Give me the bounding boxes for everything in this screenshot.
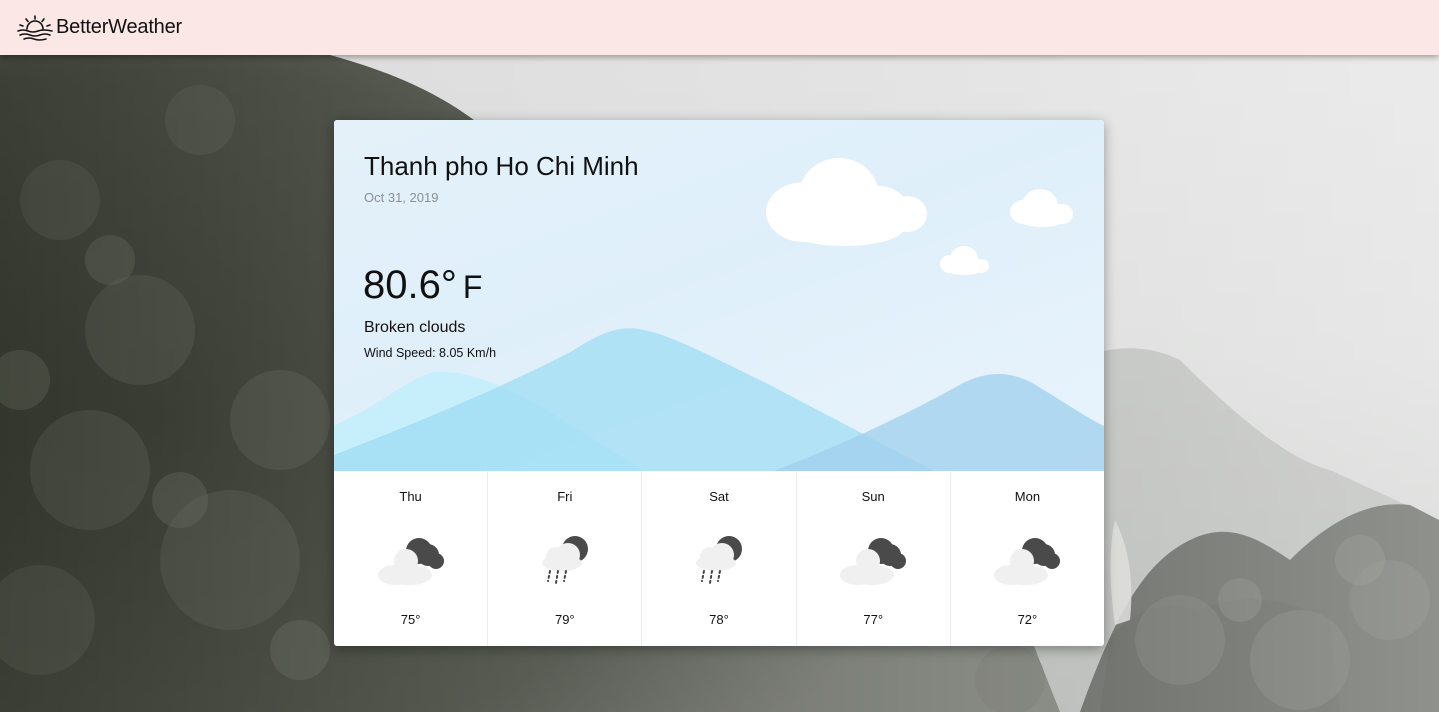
forecast-temp: 75° [400,612,421,627]
current-date: Oct 31, 2019 [364,190,439,205]
forecast-day-label: Fri [557,489,573,504]
rainy-night-icon [541,536,588,584]
cloudy-night-icon [994,538,1061,585]
top-navbar: BetterWeather [0,0,1439,55]
current-weather-panel: Thanh pho Ho Chi Minh Oct 31, 2019 80.6°… [334,120,1104,471]
forecast-day-thu[interactable]: Thu 75° [334,471,489,646]
sunset-over-water-icon [17,14,53,41]
rainy-night-icon [696,536,742,584]
temperature-value: 80.6° [363,263,457,307]
brand-name: BetterWeather [56,16,182,38]
current-temperature: 80.6° F [363,263,482,308]
forecast-day-label: Sat [709,489,729,504]
cloud-large-icon [766,158,927,246]
forecast-day-sat[interactable]: Sat 78° [642,471,797,646]
forecast-day-mon[interactable]: Mon 72° [951,471,1104,646]
forecast-day-fri[interactable]: Fri 79° [488,471,643,646]
forecast-temp: 77° [863,612,884,627]
weather-card: Thanh pho Ho Chi Minh Oct 31, 2019 80.6°… [334,120,1104,646]
forecast-temp: 78° [709,612,729,627]
five-day-forecast: Thu 75° Fri 79° Sat 78° Sun 77° Mon 72° [334,471,1104,646]
brand-logo-link[interactable]: BetterWeather [16,14,182,42]
forecast-temp: 72° [1017,612,1038,627]
forecast-day-sun[interactable]: Sun 77° [797,471,951,646]
cloudy-night-icon [840,538,907,585]
cloudy-night-icon [377,538,444,585]
city-name: Thanh pho Ho Chi Minh [364,151,639,181]
wind-speed: Wind Speed: 8.05 Km/h [364,346,497,360]
forecast-day-label: Sun [861,489,885,504]
temperature-unit: F [462,269,483,305]
cloud-tiny-icon [940,246,989,275]
weather-description: Broken clouds [364,319,466,336]
cloud-small-icon [1010,189,1073,227]
forecast-day-label: Thu [399,489,422,504]
forecast-day-label: Mon [1014,489,1041,504]
forecast-temp: 79° [554,612,575,627]
